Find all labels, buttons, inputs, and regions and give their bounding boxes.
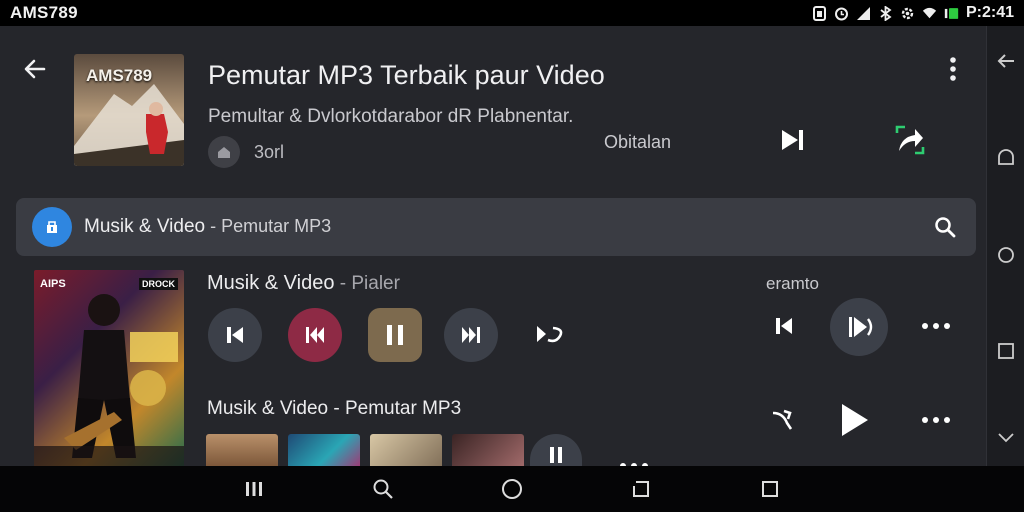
side-play-button[interactable] <box>830 298 888 356</box>
now-playing-cover[interactable]: AIPS DROCK <box>34 270 184 470</box>
pause-icon <box>550 447 562 463</box>
carrier-label: AMS789 <box>10 3 78 22</box>
system-nav-bar <box>0 466 1024 512</box>
share-icon <box>895 125 925 155</box>
artist-chip[interactable]: 3orl <box>208 136 284 168</box>
status-icons: P:2:41 <box>812 4 1014 22</box>
play-icon <box>842 404 868 436</box>
avatar <box>208 136 240 168</box>
home-circle-icon <box>501 479 522 499</box>
back-button[interactable] <box>20 54 50 84</box>
row2-more-button[interactable] <box>916 400 956 440</box>
music-badge <box>32 207 72 247</box>
second-row-title: Musik & Video - Pemutar MP3 <box>207 398 462 419</box>
previous-button[interactable] <box>208 308 262 362</box>
search-text: Musik & Video - Pemutar MP3 <box>84 216 930 238</box>
search-icon <box>373 479 393 499</box>
back-arrow-icon <box>997 54 1014 68</box>
recents-icon <box>246 482 263 496</box>
side-previous-button[interactable] <box>764 306 804 346</box>
rail-back-button[interactable] <box>995 50 1017 72</box>
search-bar[interactable]: Musik & Video - Pemutar MP3 <box>16 198 976 256</box>
play-icon <box>849 317 873 337</box>
repeat-icon <box>537 326 563 343</box>
battery-icon <box>944 6 959 21</box>
fast-forward-icon <box>462 327 480 343</box>
skip-next-button[interactable] <box>772 120 812 160</box>
nav-overview-button[interactable] <box>756 475 784 503</box>
rail-circle-button[interactable] <box>995 244 1017 266</box>
battery-saver-icon <box>812 5 827 21</box>
skip-next-icon <box>782 130 803 150</box>
track-title: Musik & Video - Pialer <box>207 272 400 295</box>
page-subtitle: Pemultar & Dvlorkotdarabor dR Plabnentar… <box>208 106 574 127</box>
more-options-button[interactable] <box>938 54 968 84</box>
skip-previous-icon <box>776 318 792 334</box>
option-label: Obitalan <box>604 132 672 152</box>
home-outline-icon <box>998 149 1014 165</box>
rail-home-button[interactable] <box>995 146 1017 168</box>
settings-icon <box>900 6 915 21</box>
rewind-icon <box>306 327 324 343</box>
search-icon <box>935 217 956 238</box>
chevron-down-icon <box>998 433 1014 443</box>
back-arrow-icon <box>24 59 46 79</box>
more-horiz-icon <box>922 323 950 329</box>
nav-home-button[interactable] <box>498 475 526 503</box>
square-icon <box>998 343 1014 359</box>
track-title-sub: - Pialer <box>334 273 400 294</box>
search-button[interactable] <box>930 212 960 242</box>
signal-icon <box>856 6 871 21</box>
track-side-label: eramto <box>766 274 819 293</box>
skip-previous-icon <box>227 327 243 343</box>
more-vert-icon <box>950 57 956 81</box>
music-badge-icon <box>47 221 57 233</box>
repeat-button[interactable] <box>530 314 570 354</box>
page-title: Pemutar MP3 Terbaik paur Video <box>208 60 605 90</box>
circle-icon <box>998 247 1014 263</box>
wifi-icon <box>922 6 937 21</box>
search-label: Musik & Video <box>84 216 206 237</box>
nav-search-button[interactable] <box>369 475 397 503</box>
album-art[interactable]: AMS789 <box>74 54 184 166</box>
rail-square-button[interactable] <box>995 340 1017 362</box>
shuffle-icon <box>772 409 793 430</box>
pause-button[interactable] <box>368 308 422 362</box>
shuffle-button[interactable] <box>764 400 804 440</box>
share-button[interactable] <box>890 120 930 160</box>
status-bar: AMS789 P:2:41 <box>0 0 1024 26</box>
chip-label: 3orl <box>254 141 285 162</box>
bluetooth-icon <box>878 5 893 21</box>
clock: P:2:41 <box>965 4 1014 21</box>
app-surface: AMS789 Pemutar MP3 Terbaik paur Video Pe… <box>0 26 986 474</box>
side-rail <box>986 26 1024 466</box>
recents-button[interactable] <box>240 475 268 503</box>
more-horiz-icon <box>922 417 950 423</box>
row1-more-button[interactable] <box>916 306 956 346</box>
rewind-button[interactable] <box>288 308 342 362</box>
alarm-icon <box>834 6 849 21</box>
fast-forward-button[interactable] <box>444 308 498 362</box>
rail-chevron-button[interactable] <box>995 426 1017 448</box>
square-icon <box>761 481 778 497</box>
pause-icon <box>387 325 403 345</box>
rotate-icon <box>632 481 649 497</box>
track-title-main: Musik & Video <box>207 272 335 294</box>
play-button[interactable] <box>832 398 876 442</box>
nav-rotate-button[interactable] <box>627 475 655 503</box>
search-sublabel: - Pemutar MP3 <box>205 216 332 236</box>
home-icon <box>218 147 230 158</box>
